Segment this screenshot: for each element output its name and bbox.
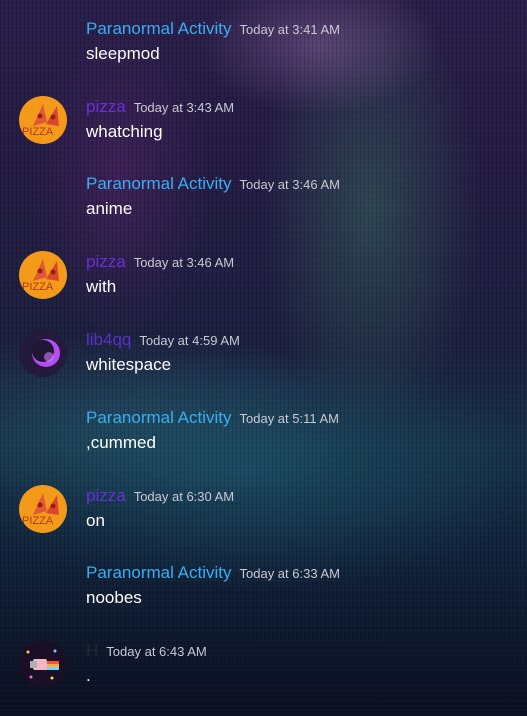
message-item: Paranormal Activity Today at 3:46 AM anim…	[0, 173, 527, 237]
timestamp[interactable]: Today at 6:33 AM	[240, 566, 340, 581]
username[interactable]: lib4qq	[86, 330, 131, 349]
timestamp[interactable]: Today at 6:43 AM	[106, 644, 206, 659]
message-text: whatching	[86, 122, 163, 141]
timestamp[interactable]: Today at 3:41 AM	[240, 22, 340, 37]
message-item: Paranormal Activity Today at 6:33 AM noob…	[0, 562, 527, 626]
message-text: whitespace	[86, 355, 172, 374]
message-header: Paranormal Activity Today at 3:41 AM	[86, 18, 340, 41]
message-list: Paranormal Activity Today at 3:41 AM slee…	[0, 0, 527, 716]
message-text: ,cummed	[86, 433, 156, 452]
username[interactable]: Paranormal Activity	[86, 174, 232, 193]
message-header: H Today at 6:43 AM	[86, 640, 207, 663]
pizza-icon: PIZZA	[22, 104, 59, 138]
pizza-avatar[interactable]: PIZZA	[19, 251, 67, 299]
message-text: with	[86, 277, 117, 296]
message-text: anime	[86, 199, 133, 218]
pizza-avatar[interactable]: PIZZA	[19, 96, 67, 144]
message-header: Paranormal Activity Today at 6:33 AM	[86, 562, 340, 585]
message-text: .	[86, 666, 91, 685]
username[interactable]: Paranormal Activity	[86, 563, 232, 582]
nyan-cat-icon	[19, 640, 67, 688]
message-item: PIZZA pizza Today at 3:46 AM with	[0, 251, 527, 315]
username[interactable]: pizza	[86, 97, 126, 116]
message-item: H Today at 6:43 AM .	[0, 640, 527, 704]
purple-moon-icon	[19, 329, 67, 377]
username[interactable]: pizza	[86, 252, 126, 271]
message-text: on	[86, 511, 105, 530]
username[interactable]: Paranormal Activity	[86, 19, 232, 38]
message-item: Paranormal Activity Today at 3:41 AM slee…	[0, 18, 527, 82]
timestamp[interactable]: Today at 3:43 AM	[134, 100, 234, 115]
username[interactable]: H	[86, 641, 98, 660]
timestamp[interactable]: Today at 3:46 AM	[134, 255, 234, 270]
message-item: lib4qq Today at 4:59 AM whitespace	[0, 329, 527, 393]
message-header: pizza Today at 3:46 AM	[86, 251, 234, 274]
svg-text:PIZZA: PIZZA	[22, 281, 54, 293]
nyan-cat-avatar[interactable]	[19, 640, 67, 688]
pizza-icon: PIZZA	[22, 493, 59, 527]
pizza-icon: PIZZA	[22, 259, 59, 293]
timestamp[interactable]: Today at 4:59 AM	[139, 333, 239, 348]
purple-moon-avatar[interactable]	[19, 329, 67, 377]
message-item: PIZZA pizza Today at 3:43 AM whatching	[0, 96, 527, 160]
message-text: sleepmod	[86, 44, 160, 63]
message-header: pizza Today at 6:30 AM	[86, 485, 234, 508]
message-header: Paranormal Activity Today at 5:11 AM	[86, 407, 339, 430]
message-header: Paranormal Activity Today at 3:46 AM	[86, 173, 340, 196]
message-header: lib4qq Today at 4:59 AM	[86, 329, 240, 352]
message-text: noobes	[86, 588, 142, 607]
message-header: pizza Today at 3:43 AM	[86, 96, 234, 119]
svg-text:PIZZA: PIZZA	[22, 126, 54, 138]
svg-text:PIZZA: PIZZA	[22, 515, 54, 527]
username[interactable]: pizza	[86, 486, 126, 505]
timestamp[interactable]: Today at 5:11 AM	[240, 411, 340, 426]
timestamp[interactable]: Today at 3:46 AM	[240, 177, 340, 192]
message-item: Paranormal Activity Today at 5:11 AM ,cum…	[0, 407, 527, 471]
message-item: PIZZA pizza Today at 6:30 AM on	[0, 485, 527, 549]
timestamp[interactable]: Today at 6:30 AM	[134, 489, 234, 504]
username[interactable]: Paranormal Activity	[86, 408, 232, 427]
pizza-avatar[interactable]: PIZZA	[19, 485, 67, 533]
